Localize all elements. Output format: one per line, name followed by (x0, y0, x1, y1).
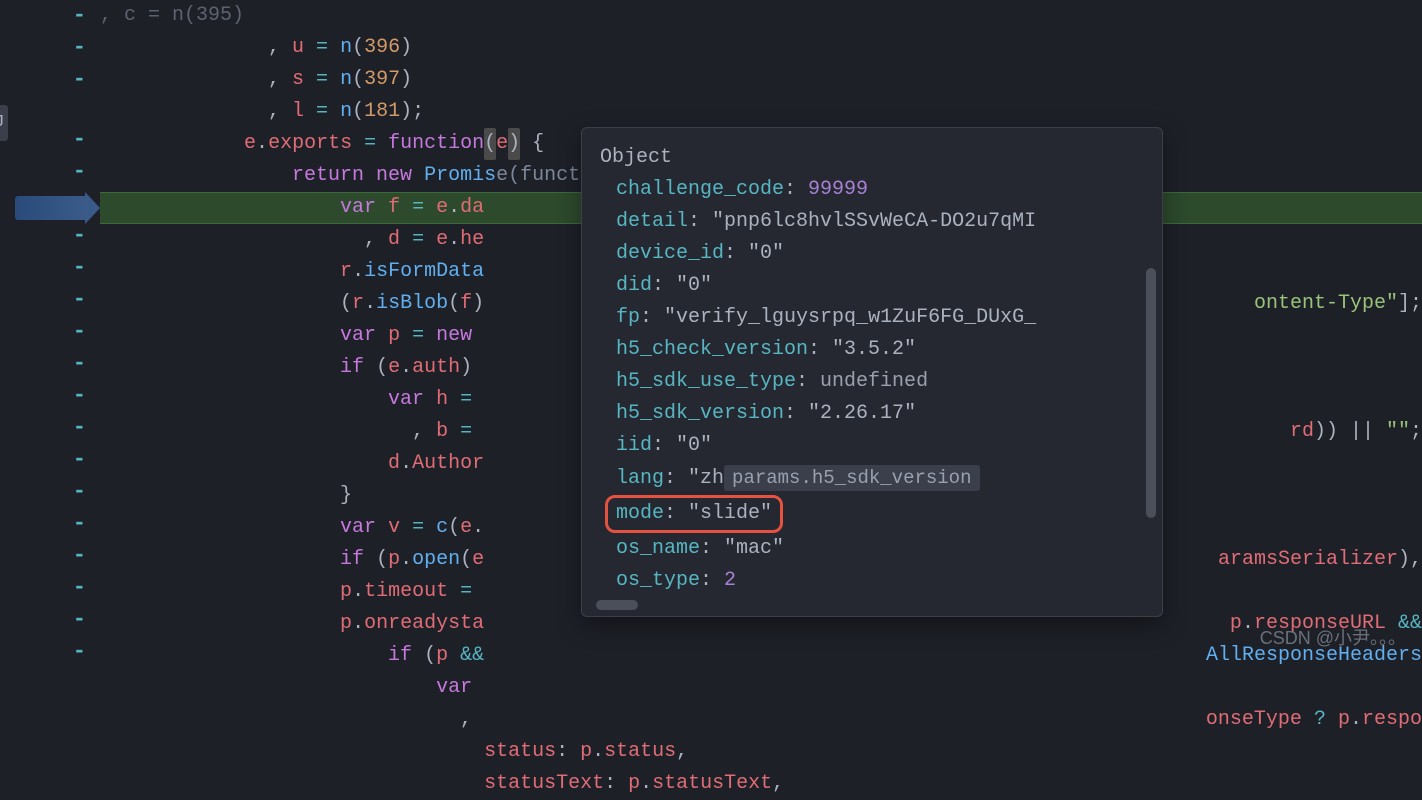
tooltip-path-label: params.h5_sdk_version (724, 465, 979, 491)
tooltip-property[interactable]: h5_sdk_version: "2.26.17" (616, 398, 1144, 430)
fold-marker[interactable]: - (0, 284, 100, 316)
tooltip-property-highlighted[interactable]: mode: "slide" (616, 495, 1144, 533)
fold-marker[interactable]: - (0, 220, 100, 252)
code-line: , s = n(397) (100, 64, 1422, 96)
tooltip-property[interactable]: device_id: "0" (616, 238, 1144, 270)
code-line: statusText: p.statusText, (100, 768, 1422, 800)
fold-marker[interactable]: - (0, 316, 100, 348)
fold-marker[interactable]: - (0, 444, 100, 476)
fold-marker[interactable]: - (0, 124, 100, 156)
tooltip-property[interactable]: challenge_code: 99999 (616, 174, 1144, 206)
code-line: , u = n(396) (100, 32, 1422, 64)
fold-marker[interactable]: - (0, 540, 100, 572)
fold-marker[interactable]: - (0, 476, 100, 508)
code-line: ,onseType ? p.respo (100, 704, 1422, 736)
tooltip-property[interactable]: lang: "zhparams.h5_sdk_version (616, 462, 1144, 495)
tooltip-property[interactable]: fp: "verify_lguysrpq_w1ZuF6FG_DUxG_ (616, 302, 1144, 334)
fold-marker[interactable] (0, 110, 100, 124)
fold-marker[interactable]: - (0, 572, 100, 604)
fold-marker[interactable] (0, 96, 100, 110)
fold-marker[interactable]: - (0, 412, 100, 444)
code-line: if (p &&AllResponseHeaders (100, 640, 1422, 672)
side-panel-label: vJ (0, 105, 8, 141)
tooltip-hscrollbar[interactable] (596, 600, 638, 610)
tooltip-property[interactable]: iid: "0" (616, 430, 1144, 462)
tooltip-property[interactable]: h5_sdk_use_type: undefined (616, 366, 1144, 398)
fold-marker[interactable]: - (0, 508, 100, 540)
fold-marker[interactable]: - (0, 64, 100, 96)
fold-marker[interactable]: - (0, 0, 100, 32)
debug-tooltip[interactable]: Object challenge_code: 99999 detail: "pn… (581, 127, 1163, 617)
fold-marker[interactable]: - (0, 604, 100, 636)
code-line: , c = n(395) (100, 0, 1422, 32)
fold-marker[interactable]: - (0, 636, 100, 668)
fold-marker[interactable]: - (0, 32, 100, 64)
code-line: var (100, 672, 1422, 704)
tooltip-property[interactable]: h5_check_version: "3.5.2" (616, 334, 1144, 366)
highlight-box: mode: "slide" (605, 495, 783, 533)
watermark: CSDN @小尹。。。 (1260, 622, 1406, 654)
tooltip-property[interactable]: did: "0" (616, 270, 1144, 302)
tooltip-property[interactable]: detail: "pnp6lc8hvlSSvWeCA-DO2u7qMI (616, 206, 1144, 238)
tooltip-content: Object challenge_code: 99999 detail: "pn… (582, 128, 1162, 607)
tooltip-header: Object (600, 142, 1144, 174)
tooltip-property[interactable]: os_type: 2 (616, 565, 1144, 597)
execution-pointer-icon (0, 192, 100, 224)
tooltip-property[interactable]: os_name: "mac" (616, 533, 1144, 565)
fold-marker[interactable]: - (0, 380, 100, 412)
code-line: status: p.status, (100, 736, 1422, 768)
fold-marker[interactable]: - (0, 252, 100, 284)
editor-gutter: - - - - - - - - - - - - - - - - - - - - (0, 0, 100, 668)
tooltip-vscrollbar[interactable] (1146, 268, 1156, 518)
code-line: , l = n(181); (100, 96, 1422, 128)
fold-marker[interactable]: - (0, 156, 100, 188)
fold-marker[interactable]: - (0, 348, 100, 380)
